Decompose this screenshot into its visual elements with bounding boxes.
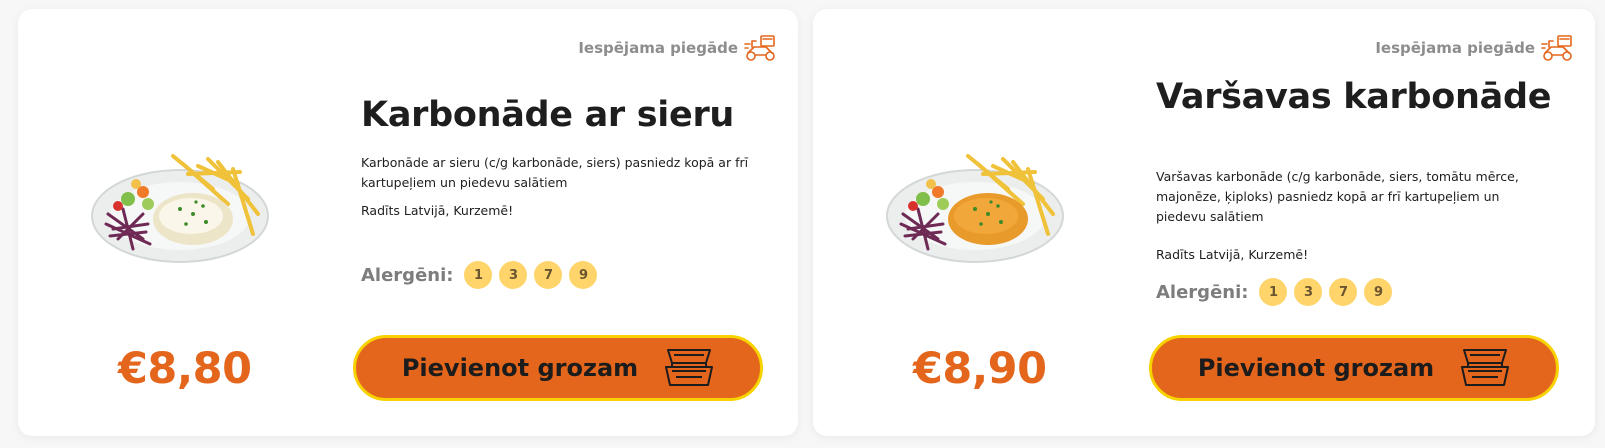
product-price: €8,80 xyxy=(118,344,252,394)
product-title: Karbonāde ar sieru xyxy=(361,95,735,135)
allergens-row: Alergēni: 1 3 7 9 xyxy=(361,261,598,289)
delivery-available-badge: Iespējama piegāde xyxy=(1375,33,1575,63)
delivery-scooter-icon xyxy=(744,35,775,61)
add-to-cart-label: Pievienot grozam xyxy=(1197,354,1435,382)
food-box-icon xyxy=(1461,349,1510,386)
allergen-badge[interactable]: 7 xyxy=(1329,278,1358,306)
product-description: Varšavas karbonāde (c/g karbonāde, siers… xyxy=(1156,169,1519,224)
dish-photo xyxy=(91,154,269,263)
product-card-varsavas-karbonade: Iespējama piegāde Varšavas karbonāde Var… xyxy=(813,9,1595,436)
allergen-badge[interactable]: 1 xyxy=(1259,278,1288,306)
product-title: Varšavas karbonāde xyxy=(1156,77,1552,117)
allergen-badge[interactable]: 3 xyxy=(499,261,528,289)
allergens-label: Alergēni: xyxy=(361,264,454,286)
dish-photo xyxy=(886,154,1064,263)
add-to-cart-label: Pievienot grozam xyxy=(401,354,639,382)
allergen-badge[interactable]: 9 xyxy=(569,261,598,289)
product-card-karbonade-ar-sieru: Iespējama piegāde Karbonāde ar sieru Kar… xyxy=(18,9,798,436)
allergen-badge[interactable]: 9 xyxy=(1364,278,1393,306)
allergen-badge[interactable]: 7 xyxy=(534,261,563,289)
allergens-label: Alergēni: xyxy=(1156,281,1249,303)
product-description: Karbonāde ar sieru (c/g karbonāde, siers… xyxy=(361,155,749,190)
add-to-cart-button[interactable]: Pievienot grozam xyxy=(1149,335,1559,401)
product-origin: Radīts Latvijā, Kurzemē! xyxy=(361,203,514,218)
delivery-label: Iespējama piegāde xyxy=(578,39,738,57)
delivery-available-badge: Iespējama piegāde xyxy=(578,33,778,63)
allergen-badge[interactable]: 1 xyxy=(464,261,493,289)
food-box-icon xyxy=(665,349,714,386)
delivery-label: Iespējama piegāde xyxy=(1375,39,1535,57)
allergen-badge[interactable]: 3 xyxy=(1294,278,1323,306)
delivery-scooter-icon xyxy=(1541,35,1572,61)
allergens-row: Alergēni: 1 3 7 9 xyxy=(1156,278,1393,306)
add-to-cart-button[interactable]: Pievienot grozam xyxy=(353,335,763,401)
product-origin: Radīts Latvijā, Kurzemē! xyxy=(1156,247,1309,262)
product-price: €8,90 xyxy=(913,344,1047,394)
